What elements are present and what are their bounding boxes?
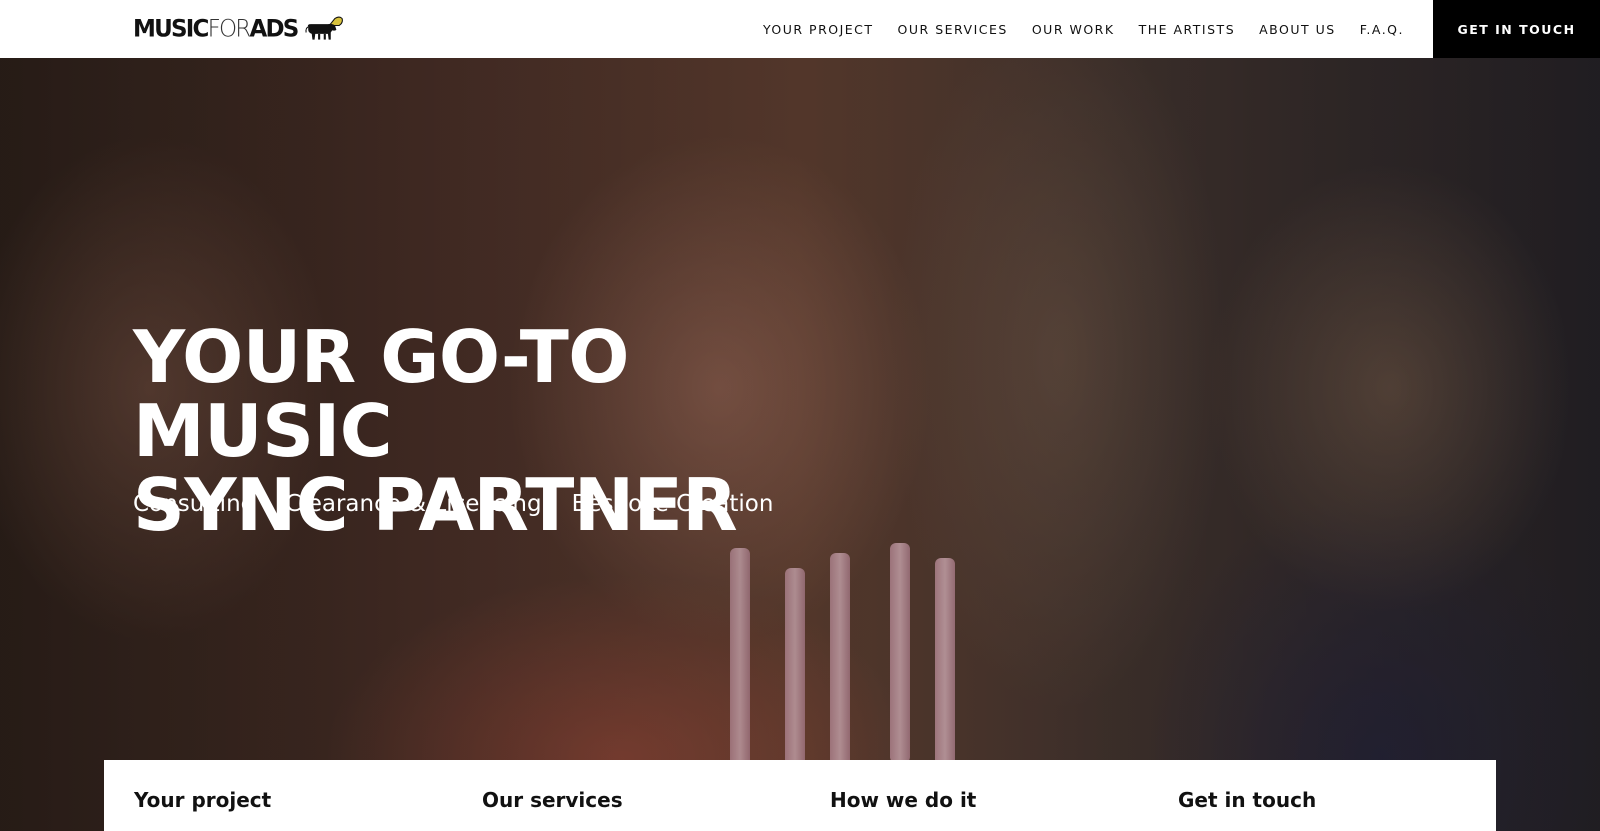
main-nav: YOUR PROJECT OUR SERVICES OUR WORK THE A… <box>763 0 1404 58</box>
tag-bespoke-creation[interactable]: Bespoke Creation <box>572 491 774 517</box>
logo-wordmark: MUSICFORADS <box>133 14 299 43</box>
hero-service-tags: Consulting Clearance & Licensing Bespoke… <box>133 491 773 517</box>
section-links-panel: Your project Our services How we do it G… <box>104 760 1496 831</box>
tag-consulting[interactable]: Consulting <box>133 491 255 517</box>
hero-headline-line1: YOUR GO-TO MUSIC <box>133 315 630 473</box>
nav-item-our-services[interactable]: OUR SERVICES <box>898 22 1008 37</box>
cow-with-gramophone-icon <box>305 16 343 40</box>
nav-item-our-work[interactable]: OUR WORK <box>1032 22 1115 37</box>
panel-link-how-we-do-it[interactable]: How we do it <box>800 760 1148 831</box>
site-header: MUSICFORADS YOUR PROJECT OUR SERVICES OU… <box>0 0 1600 58</box>
nav-item-faq[interactable]: F.A.Q. <box>1360 22 1404 37</box>
nav-item-about-us[interactable]: ABOUT US <box>1259 22 1336 37</box>
panel-link-our-services[interactable]: Our services <box>452 760 800 831</box>
nav-item-your-project[interactable]: YOUR PROJECT <box>763 22 874 37</box>
get-in-touch-button[interactable]: GET IN TOUCH <box>1433 0 1600 58</box>
nav-item-the-artists[interactable]: THE ARTISTS <box>1139 22 1236 37</box>
tag-clearance-licensing[interactable]: Clearance & Licensing <box>285 491 541 517</box>
logo[interactable]: MUSICFORADS <box>133 10 343 48</box>
panel-link-get-in-touch[interactable]: Get in touch <box>1148 760 1496 831</box>
hero-banner: YOUR GO-TO MUSIC SYNC PARTNER Consulting… <box>0 58 1600 831</box>
panel-link-your-project[interactable]: Your project <box>104 760 452 831</box>
